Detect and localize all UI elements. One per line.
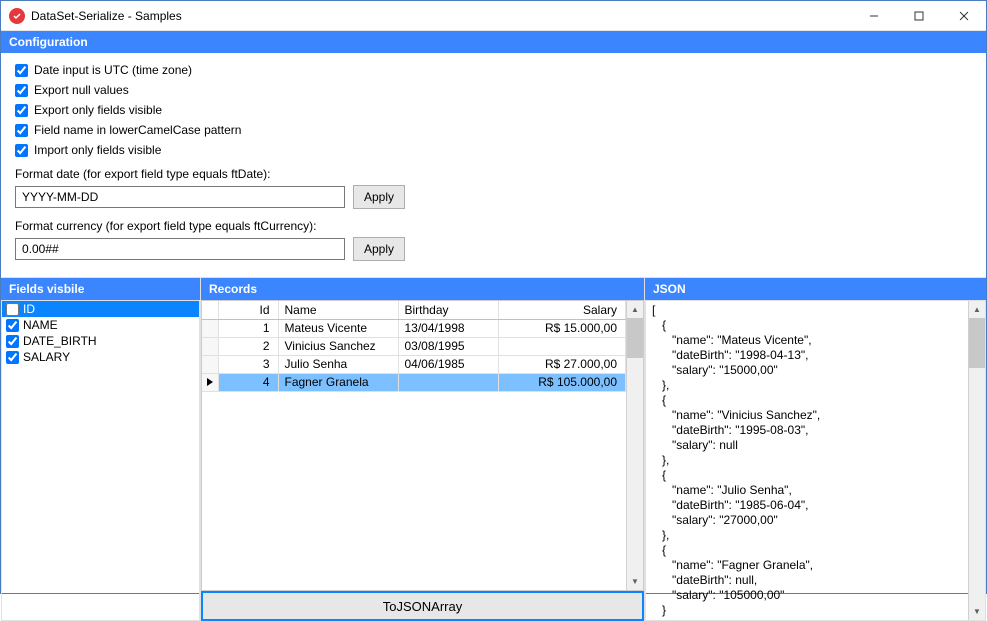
json-header: JSON bbox=[645, 278, 986, 300]
json-scrollbar[interactable]: ▲ ▼ bbox=[968, 301, 985, 620]
fields-title: Fields visbile bbox=[9, 282, 84, 296]
maximize-button[interactable] bbox=[896, 1, 941, 30]
config-check-row: Export null values bbox=[15, 83, 974, 97]
field-label: NAME bbox=[23, 318, 58, 332]
row-indicator-icon bbox=[207, 378, 213, 386]
cell-birthday[interactable]: 13/04/1998 bbox=[398, 319, 498, 337]
records-header: Records bbox=[201, 278, 644, 300]
cell-birthday[interactable]: 03/08/1995 bbox=[398, 337, 498, 355]
to-json-array-button[interactable]: ToJSONArray bbox=[201, 591, 644, 621]
table-row[interactable]: 1Mateus Vicente13/04/1998R$ 15.000,00 bbox=[202, 319, 626, 337]
cell-salary[interactable] bbox=[498, 337, 626, 355]
row-indicator-cell bbox=[202, 319, 218, 337]
format-currency-input[interactable] bbox=[15, 238, 345, 260]
config-checkbox[interactable] bbox=[15, 124, 28, 137]
column-header-birthday[interactable]: Birthday bbox=[398, 301, 498, 319]
configuration-header: Configuration bbox=[1, 31, 986, 53]
cell-salary[interactable]: R$ 15.000,00 bbox=[498, 319, 626, 337]
column-header-id[interactable]: Id bbox=[218, 301, 278, 319]
configuration-panel: Date input is UTC (time zone) Export null… bbox=[1, 53, 986, 277]
records-title: Records bbox=[209, 282, 257, 296]
fields-header: Fields visbile bbox=[1, 278, 200, 300]
scroll-up-icon[interactable]: ▲ bbox=[969, 301, 985, 318]
window-titlebar: DataSet-Serialize - Samples bbox=[1, 1, 986, 31]
config-check-label: Import only fields visible bbox=[34, 143, 161, 157]
fields-list[interactable]: ID NAME DATE_BIRTH SALARY bbox=[1, 300, 200, 621]
column-header-salary[interactable]: Salary bbox=[498, 301, 626, 319]
config-check-row: Date input is UTC (time zone) bbox=[15, 63, 974, 77]
grid-indicator-header bbox=[202, 301, 218, 319]
format-date-label: Format date (for export field type equal… bbox=[15, 167, 974, 181]
records-panel: Records Id Name Birthday Sa bbox=[201, 278, 645, 621]
cell-salary[interactable]: R$ 27.000,00 bbox=[498, 355, 626, 373]
field-label: ID bbox=[23, 302, 35, 316]
config-check-label: Date input is UTC (time zone) bbox=[34, 63, 192, 77]
cell-salary[interactable]: R$ 105.000,00 bbox=[498, 373, 626, 391]
cell-birthday[interactable] bbox=[398, 373, 498, 391]
minimize-button[interactable] bbox=[851, 1, 896, 30]
config-check-row: Field name in lowerCamelCase pattern bbox=[15, 123, 974, 137]
column-header-name[interactable]: Name bbox=[278, 301, 398, 319]
records-grid[interactable]: Id Name Birthday Salary 1Mateus Vicente1… bbox=[202, 301, 626, 392]
window-title: DataSet-Serialize - Samples bbox=[31, 9, 182, 23]
field-item[interactable]: SALARY bbox=[2, 349, 199, 365]
row-indicator-cell bbox=[202, 373, 218, 391]
records-scrollbar[interactable]: ▲ ▼ bbox=[626, 301, 643, 590]
json-title: JSON bbox=[653, 282, 686, 296]
cell-name[interactable]: Vinicius Sanchez bbox=[278, 337, 398, 355]
row-indicator-cell bbox=[202, 337, 218, 355]
field-checkbox[interactable] bbox=[6, 351, 19, 364]
config-check-row: Export only fields visible bbox=[15, 103, 974, 117]
field-item[interactable]: NAME bbox=[2, 317, 199, 333]
field-checkbox[interactable] bbox=[6, 335, 19, 348]
scroll-down-icon[interactable]: ▼ bbox=[627, 573, 643, 590]
cell-birthday[interactable]: 04/06/1985 bbox=[398, 355, 498, 373]
config-checkbox[interactable] bbox=[15, 84, 28, 97]
app-icon bbox=[9, 8, 25, 24]
format-currency-label: Format currency (for export field type e… bbox=[15, 219, 974, 233]
close-button[interactable] bbox=[941, 1, 986, 30]
format-date-input[interactable] bbox=[15, 186, 345, 208]
scroll-down-icon[interactable]: ▼ bbox=[969, 603, 985, 620]
table-row[interactable]: 3Julio Senha04/06/1985R$ 27.000,00 bbox=[202, 355, 626, 373]
config-checkbox[interactable] bbox=[15, 64, 28, 77]
field-checkbox[interactable] bbox=[6, 303, 19, 316]
cell-name[interactable]: Mateus Vicente bbox=[278, 319, 398, 337]
config-check-row: Import only fields visible bbox=[15, 143, 974, 157]
cell-id[interactable]: 3 bbox=[218, 355, 278, 373]
cell-id[interactable]: 4 bbox=[218, 373, 278, 391]
config-check-label: Field name in lowerCamelCase pattern bbox=[34, 123, 241, 137]
config-checkbox[interactable] bbox=[15, 104, 28, 117]
field-label: SALARY bbox=[23, 350, 70, 364]
fields-panel: Fields visbile ID NAME DATE_BIRTH SALARY bbox=[1, 278, 201, 621]
field-item[interactable]: ID bbox=[2, 301, 199, 317]
row-indicator-cell bbox=[202, 355, 218, 373]
cell-name[interactable]: Julio Senha bbox=[278, 355, 398, 373]
json-panel: JSON [ { "name": "Mateus Vicente", "date… bbox=[645, 278, 986, 621]
field-item[interactable]: DATE_BIRTH bbox=[2, 333, 199, 349]
cell-id[interactable]: 2 bbox=[218, 337, 278, 355]
cell-id[interactable]: 1 bbox=[218, 319, 278, 337]
config-check-label: Export only fields visible bbox=[34, 103, 162, 117]
json-output[interactable]: [ { "name": "Mateus Vicente", "dateBirth… bbox=[646, 301, 968, 620]
scroll-up-icon[interactable]: ▲ bbox=[627, 301, 643, 318]
table-row[interactable]: 4Fagner Granela R$ 105.000,00 bbox=[202, 373, 626, 391]
field-label: DATE_BIRTH bbox=[23, 334, 97, 348]
config-checkbox[interactable] bbox=[15, 144, 28, 157]
cell-name[interactable]: Fagner Granela bbox=[278, 373, 398, 391]
config-check-label: Export null values bbox=[34, 83, 129, 97]
apply-date-button[interactable]: Apply bbox=[353, 185, 405, 209]
apply-currency-button[interactable]: Apply bbox=[353, 237, 405, 261]
table-row[interactable]: 2Vinicius Sanchez03/08/1995 bbox=[202, 337, 626, 355]
configuration-title: Configuration bbox=[9, 35, 88, 49]
field-checkbox[interactable] bbox=[6, 319, 19, 332]
